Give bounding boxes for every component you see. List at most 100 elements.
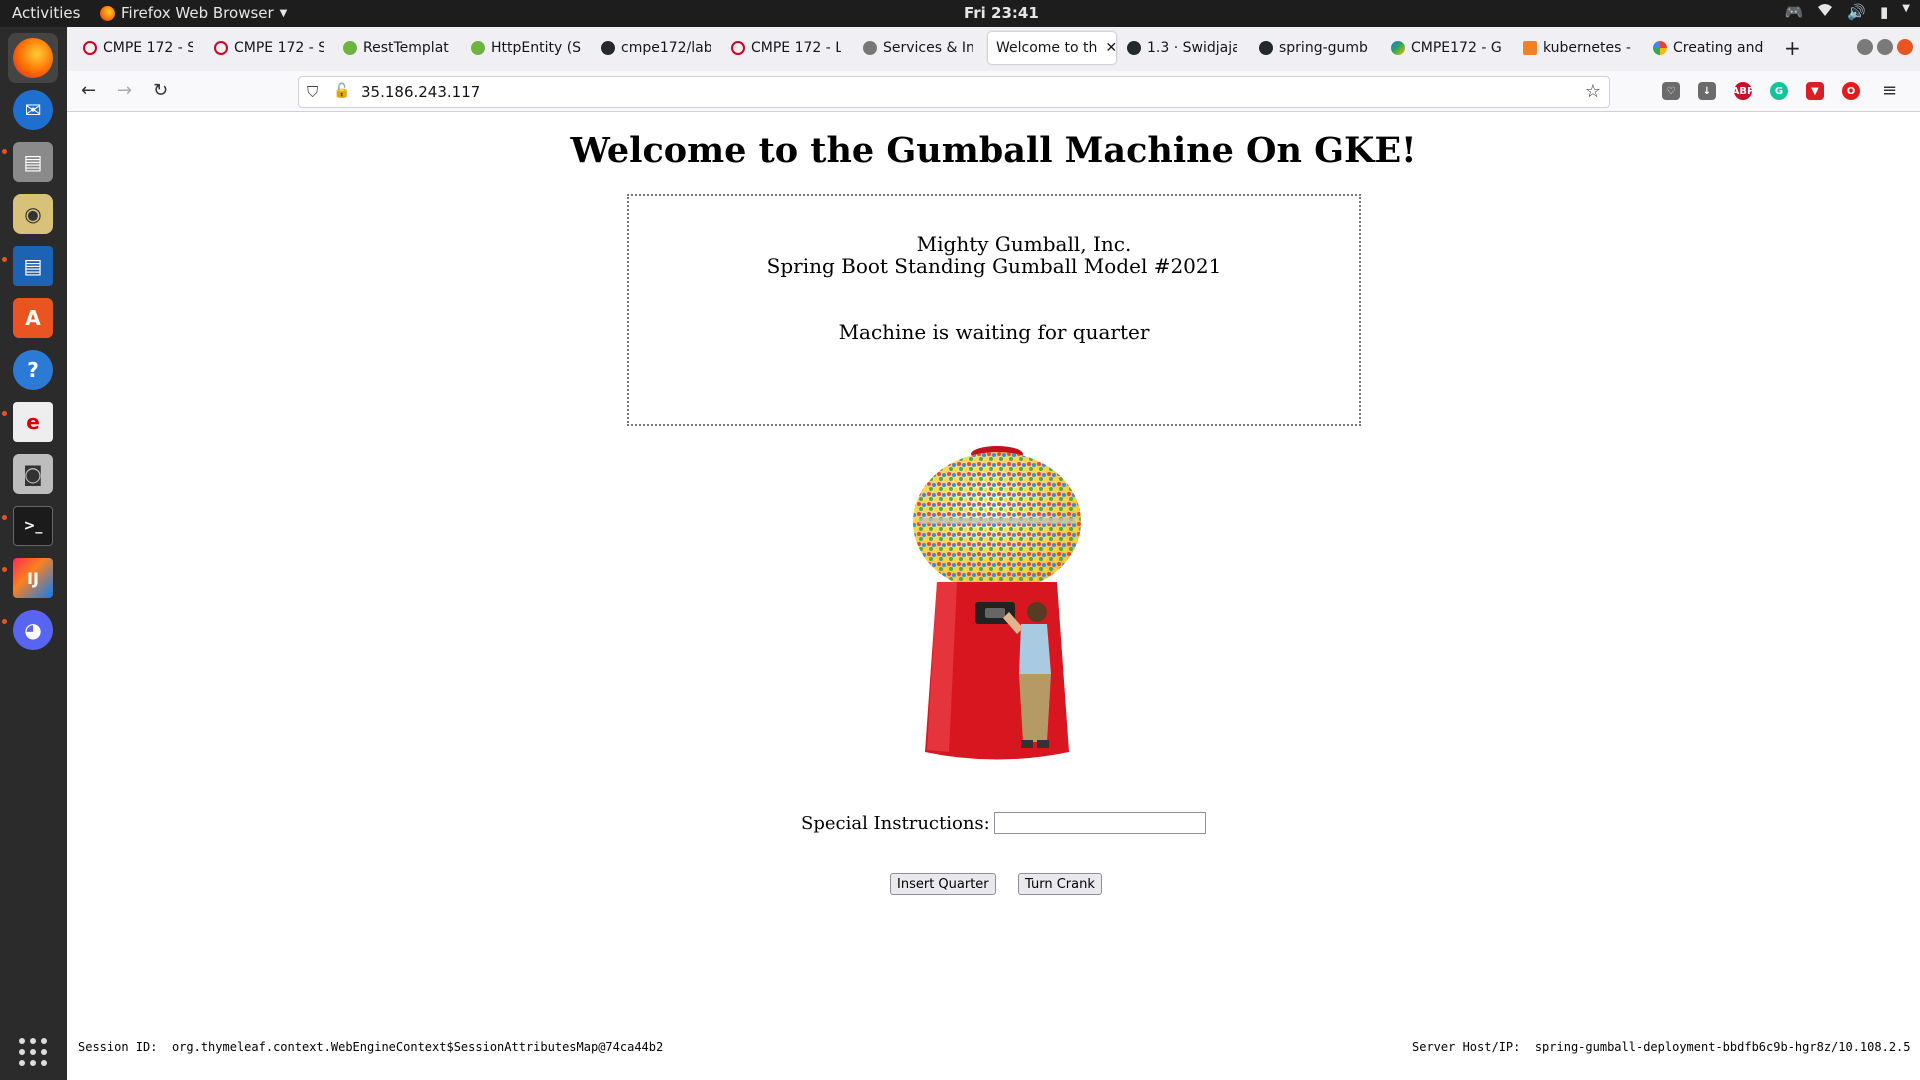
tab-label: kubernetes -: [1543, 40, 1631, 56]
browser-tab[interactable]: HttpEntity (S: [463, 32, 581, 64]
running-indicator: [2, 257, 7, 262]
speaker-icon: ◉: [13, 194, 53, 234]
server-info: Server Host/IP: spring-gumball-deploymen…: [1412, 1040, 1911, 1054]
address-bar[interactable]: ⛉ 🔓 35.186.243.117 ☆: [298, 76, 1610, 108]
reload-icon[interactable]: ↻: [153, 80, 168, 101]
dock-screenshot[interactable]: ◙: [8, 449, 58, 499]
thumbs-down-icon[interactable]: ▼: [1806, 82, 1824, 100]
downloads-icon[interactable]: ↓: [1698, 82, 1716, 100]
tab-label: CMPE 172 - L: [751, 40, 841, 56]
dock-files[interactable]: ▤: [8, 137, 58, 187]
intellij-icon: IJ: [13, 558, 53, 598]
tab-favicon-icon: [214, 41, 228, 55]
browser-tab[interactable]: Creating and: [1645, 32, 1763, 64]
dock-intellij[interactable]: IJ: [8, 553, 58, 603]
app-menu-label: Firefox Web Browser: [121, 4, 274, 22]
dock-terminal[interactable]: >_: [8, 501, 58, 551]
machine-state: Machine is waiting for quarter: [838, 320, 1150, 344]
browser-tab[interactable]: CMPE 172 - L: [723, 32, 841, 64]
document-icon: ▤: [13, 246, 53, 286]
turn-crank-button[interactable]: Turn Crank: [1018, 873, 1102, 895]
browser-tab[interactable]: Services & Ing: [855, 32, 973, 64]
browser-tab[interactable]: RestTemplat: [335, 32, 453, 64]
files-icon: ▤: [13, 142, 53, 182]
gumball-machine-image: [913, 446, 1081, 760]
firefox-icon: [13, 38, 53, 78]
tab-label: cmpe172/lab: [621, 40, 711, 56]
tab-favicon-icon: [1653, 41, 1667, 55]
session-info: Session ID: org.thymeleaf.context.WebEng…: [78, 1040, 663, 1054]
browser-tab[interactable]: 1.3 · Swidjaja: [1119, 32, 1237, 64]
app-menu[interactable]: Firefox Web Browser ▼: [100, 4, 287, 22]
clock[interactable]: Fri 23:41: [964, 4, 1039, 22]
shield-icon[interactable]: ⛉: [307, 83, 318, 101]
running-indicator: [2, 411, 7, 416]
web-page: Welcome to the Gumball Machine On GKE! M…: [67, 112, 1920, 1080]
dock-software[interactable]: A: [8, 293, 58, 343]
github-icon: [601, 41, 615, 55]
github-icon: [1127, 41, 1141, 55]
browser-tab[interactable]: kubernetes -: [1515, 32, 1633, 64]
browser-tab[interactable]: CMPE 172 - S: [75, 32, 193, 64]
server-value: spring-gumball-deployment-bbdfb6c9b-hgr8…: [1534, 1040, 1911, 1054]
insecure-lock-icon[interactable]: 🔓: [333, 83, 350, 99]
maximize-button[interactable]: [1877, 39, 1893, 55]
dock-help[interactable]: ?: [8, 345, 58, 395]
tab-favicon-icon: [83, 41, 97, 55]
special-instructions-row: Special Instructions:: [801, 812, 1206, 834]
browser-tab[interactable]: cmpe172/lab: [593, 32, 711, 64]
session-value: org.thymeleaf.context.WebEngineContext$S…: [171, 1040, 664, 1054]
software-store-icon: A: [13, 298, 53, 338]
tab-label: CMPE 172 - S: [234, 40, 324, 56]
system-tray[interactable]: 🎮 🔊 ▮ ▼: [1785, 3, 1910, 21]
pocket-icon[interactable]: ♡: [1662, 82, 1680, 100]
help-icon: ?: [13, 350, 53, 390]
browser-tab[interactable]: CMPE172 - G: [1383, 32, 1501, 64]
mail-icon: ✉: [13, 90, 53, 130]
close-icon[interactable]: ✕: [1105, 40, 1116, 56]
special-instructions-label: Special Instructions:: [801, 812, 990, 834]
dock-rhythmbox[interactable]: ◉: [8, 189, 58, 239]
insert-quarter-button[interactable]: Insert Quarter: [890, 873, 996, 895]
dock-show-applications[interactable]: [8, 1027, 58, 1077]
terminal-icon: >_: [13, 506, 53, 546]
dock-thunderbird[interactable]: ✉: [8, 85, 58, 135]
activities-button[interactable]: Activities: [12, 4, 80, 22]
minimize-button[interactable]: [1857, 39, 1873, 55]
pdf-viewer-icon: e: [13, 402, 53, 442]
tab-label: Services & Ing: [883, 40, 973, 56]
drive-icon: [1391, 41, 1405, 55]
new-tab-button[interactable]: +: [1784, 36, 1801, 60]
running-indicator: [2, 567, 7, 572]
chevron-down-icon: ▼: [279, 7, 288, 19]
tab-label: spring-gumb: [1279, 40, 1368, 56]
page-title: Welcome to the Gumball Machine On GKE!: [570, 130, 1417, 171]
dock-discord[interactable]: ◕: [8, 605, 58, 655]
battery-icon: ▮: [1880, 3, 1889, 21]
grid-icon: [19, 1038, 47, 1066]
tab-favicon-icon: [731, 41, 745, 55]
camera-icon: ◙: [13, 454, 53, 494]
browser-tab-active[interactable]: Welcome to th ✕: [988, 32, 1116, 64]
running-indicator: [2, 149, 7, 154]
url-text[interactable]: 35.186.243.117: [361, 83, 480, 101]
hamburger-menu-icon[interactable]: ≡: [1882, 80, 1897, 101]
special-instructions-input[interactable]: [993, 812, 1206, 834]
window-close-button[interactable]: [1897, 39, 1913, 55]
opera-icon[interactable]: O: [1842, 82, 1860, 100]
gear-icon: [863, 41, 877, 55]
bookmark-star-icon[interactable]: ☆: [1585, 81, 1601, 102]
browser-tab[interactable]: spring-gumb: [1251, 32, 1369, 64]
browser-tab[interactable]: CMPE 172 - S: [206, 32, 324, 64]
tab-favicon-icon: [471, 41, 485, 55]
back-arrow-icon[interactable]: ←: [81, 80, 96, 101]
dock-writer[interactable]: ▤: [8, 241, 58, 291]
grammarly-icon[interactable]: G: [1770, 82, 1788, 100]
tab-label: 1.3 · Swidjaja: [1147, 40, 1237, 56]
dock-firefox[interactable]: [8, 33, 58, 83]
dock-evince[interactable]: e: [8, 397, 58, 447]
forward-arrow-icon[interactable]: →: [117, 80, 132, 101]
adblock-icon[interactable]: ABP: [1732, 82, 1754, 100]
discord-tray-icon[interactable]: 🎮: [1785, 3, 1804, 21]
machine-info-box: Mighty Gumball, Inc. Spring Boot Standin…: [627, 194, 1361, 426]
